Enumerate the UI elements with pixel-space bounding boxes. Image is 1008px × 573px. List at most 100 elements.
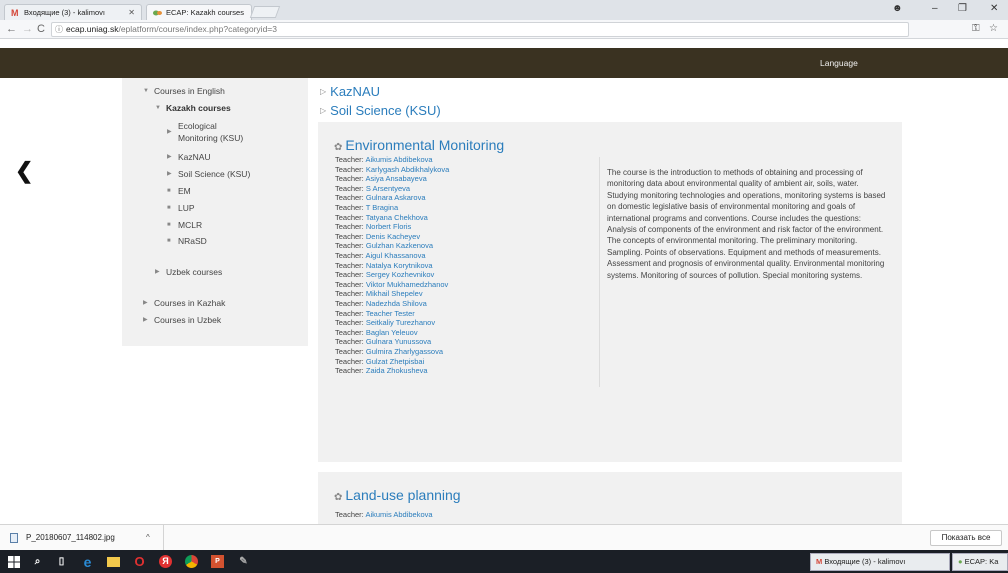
forward-icon[interactable]: → — [22, 22, 33, 36]
language-menu[interactable]: Language — [820, 58, 858, 68]
tree-item-courses-in-kazhak[interactable]: ▶ Courses in Kazhak — [143, 298, 226, 309]
yandex-icon[interactable]: Я — [158, 554, 173, 569]
tree-item-ecological-monitoring-line2[interactable]: Monitoring (KSU) — [178, 133, 243, 144]
subcategory-link-soil-science[interactable]: ▷ Soil Science (KSU) — [320, 103, 441, 121]
course-icon: ✿ — [334, 142, 343, 153]
tree-item-ecological-monitoring[interactable]: ▶ Ecological — [167, 121, 217, 135]
teacher-name-link[interactable]: Sergey Kozhevnikov — [366, 270, 434, 279]
teacher-prefix: Teacher: — [335, 212, 364, 222]
download-item[interactable]: P_20180607_114802.jpg ^ — [0, 525, 164, 550]
teacher-name-link[interactable]: T Bragina — [366, 203, 398, 212]
tree-item-em[interactable]: ■ EM — [167, 186, 191, 197]
caret-right-icon: ▶ — [167, 129, 172, 135]
chevron-left-icon[interactable]: ❮ — [15, 160, 33, 182]
teacher-prefix: Teacher: — [335, 337, 364, 347]
info-icon[interactable]: ⓘ — [55, 23, 63, 36]
close-window-icon[interactable]: ✕ — [990, 3, 998, 14]
caret-right-icon: ▶ — [143, 317, 148, 323]
powerpoint-icon[interactable]: P — [210, 554, 225, 569]
teacher-name-link[interactable]: Gulnara Askarova — [366, 193, 426, 202]
tree-item-uzbek-courses[interactable]: ▶ Uzbek courses — [155, 267, 222, 278]
teacher-name-link[interactable]: Aigul Khassanova — [365, 251, 425, 260]
windows-start-icon[interactable] — [6, 554, 21, 569]
teacher-prefix: Teacher: — [335, 203, 364, 212]
teacher-name-link[interactable]: Viktor Mukhamedzhanov — [366, 280, 448, 289]
tree-item-lup[interactable]: ■ LUP — [167, 203, 195, 214]
teacher-name-link[interactable]: Aikumis Abdibekova — [365, 155, 432, 164]
teacher-name-link[interactable]: Tatyana Chekhova — [366, 213, 428, 222]
teacher-name-link[interactable]: Norbert Floris — [366, 222, 411, 231]
tree-item-kazakh-courses[interactable]: ▼ Kazakh courses — [155, 103, 231, 114]
teacher-name-link[interactable]: Denis Kacheyev — [366, 232, 420, 241]
teacher-prefix: Teacher: — [335, 356, 364, 366]
reload-icon[interactable]: C — [37, 22, 45, 36]
tab-ecap[interactable]: ECAP: Kazakh courses ✕ — [146, 4, 252, 20]
taskbar-tab-gmail[interactable]: M Входящие (3) - kalimovı — [810, 553, 950, 571]
teacher-name-link[interactable]: S Arsentyeva — [366, 184, 410, 193]
teacher-name-link[interactable]: Teacher Tester — [366, 309, 415, 318]
close-tab-icon[interactable]: ✕ — [122, 8, 135, 17]
taskbar-tab-ecap[interactable]: ● ECAP: Ka — [952, 553, 1008, 571]
teacher-line: Teacher: Karlygash Abdikhalykova — [335, 165, 449, 175]
key-icon[interactable]: ⚿ — [972, 23, 980, 34]
teacher-name-link[interactable]: Mikhail Shepelev — [366, 289, 423, 298]
subcategory-link-kaznau[interactable]: ▷ KazNAU — [320, 84, 380, 102]
tree-item-kaznau[interactable]: ▶ KazNAU — [167, 152, 211, 163]
paint-icon[interactable]: ✎ — [236, 554, 251, 569]
chevron-up-icon[interactable]: ^ — [146, 525, 150, 550]
course-title-link[interactable]: ✿ Land-use planning — [334, 487, 461, 506]
tree-item-label: KazNAU — [178, 152, 211, 162]
teacher-prefix: Teacher: — [335, 241, 364, 251]
bookmark-star-icon[interactable]: ☆ — [989, 23, 998, 34]
tree-item-courses-in-english[interactable]: ▼ Courses in English — [143, 86, 225, 97]
caret-right-icon: ▶ — [167, 171, 172, 177]
tree-item-label: Kazakh courses — [166, 103, 231, 113]
navigation-bar: ← → C ⓘ ecap.uniag.sk/eplatform/course/i… — [0, 20, 1008, 39]
teacher-name-link[interactable]: Karlygash Abdikhalykova — [366, 165, 449, 174]
teacher-line: Teacher: Aikumis Abdibekova — [335, 155, 433, 165]
address-bar[interactable]: ⓘ ecap.uniag.sk/eplatform/course/index.p… — [51, 22, 909, 37]
tree-item-label: Courses in Kazhak — [154, 298, 226, 308]
teacher-name-link[interactable]: Gulnara Yunussova — [366, 337, 431, 346]
minimize-icon[interactable]: – — [932, 3, 938, 14]
teacher-name-link[interactable]: Natalya Korytnikova — [366, 261, 433, 270]
teacher-prefix: Teacher: — [335, 308, 364, 318]
teacher-name-link[interactable]: Asiya Ansabayeva — [365, 174, 426, 183]
teacher-name-link[interactable]: Aikumis Abdibekova — [365, 510, 432, 519]
maximize-icon[interactable]: ❐ — [958, 3, 967, 14]
teacher-name-link[interactable]: Gulzhan Kazkenova — [366, 241, 433, 250]
teacher-name-link[interactable]: Nadezhda Shilova — [366, 299, 427, 308]
show-all-button[interactable]: Показать все — [930, 530, 1002, 546]
taskbar-tab-label: Входящие (3) - kalimovı — [824, 557, 906, 566]
teacher-line: Teacher: Seitkaliy Turezhanov — [335, 318, 435, 328]
file-explorer-icon[interactable] — [106, 554, 121, 569]
teacher-name-link[interactable]: Zaida Zhokusheva — [366, 366, 428, 375]
teacher-line: Teacher: Gulmira Zharlygassova — [335, 347, 443, 357]
tree-item-soil-science[interactable]: ▶ Soil Science (KSU) — [167, 169, 250, 180]
course-summary: The course is the introduction to method… — [607, 168, 886, 280]
teacher-prefix: Teacher: — [335, 231, 364, 241]
teacher-name-link[interactable]: Gulmira Zharlygassova — [366, 347, 443, 356]
teacher-name-link[interactable]: Seitkaliy Turezhanov — [366, 318, 435, 327]
teacher-name-link[interactable]: Baglan Yeleuov — [366, 328, 418, 337]
chrome-icon[interactable] — [184, 554, 199, 569]
tree-item-label: MCLR — [178, 220, 203, 230]
teacher-line: Teacher: Gulzat Zhetpisbai — [335, 357, 424, 367]
search-icon[interactable]: ⌕ — [30, 554, 45, 569]
teacher-line: Teacher: Nadezhda Shilova — [335, 299, 427, 309]
course-title-link[interactable]: ✿ Environmental Monitoring — [334, 137, 504, 156]
opera-icon[interactable]: O — [132, 554, 147, 569]
tree-item-nrasd[interactable]: ■ NRaSD — [167, 236, 207, 247]
new-tab-button[interactable] — [249, 6, 281, 18]
back-icon[interactable]: ← — [6, 22, 17, 36]
teacher-prefix: Teacher: — [335, 164, 364, 174]
tree-item-label: Courses in English — [154, 86, 225, 96]
edge-icon[interactable]: e — [80, 554, 95, 570]
task-view-icon[interactable]: ▯ — [54, 554, 69, 569]
tree-item-mclr[interactable]: ■ MCLR — [167, 220, 203, 231]
teacher-name-link[interactable]: Gulzat Zhetpisbai — [366, 357, 424, 366]
tree-item-label: Ecological — [178, 121, 217, 131]
tab-gmail[interactable]: M Входящие (3) - kalimovı ✕ — [4, 4, 142, 20]
tree-item-courses-in-uzbek[interactable]: ▶ Courses in Uzbek — [143, 315, 221, 326]
profile-icon[interactable]: ☻ — [892, 3, 903, 14]
